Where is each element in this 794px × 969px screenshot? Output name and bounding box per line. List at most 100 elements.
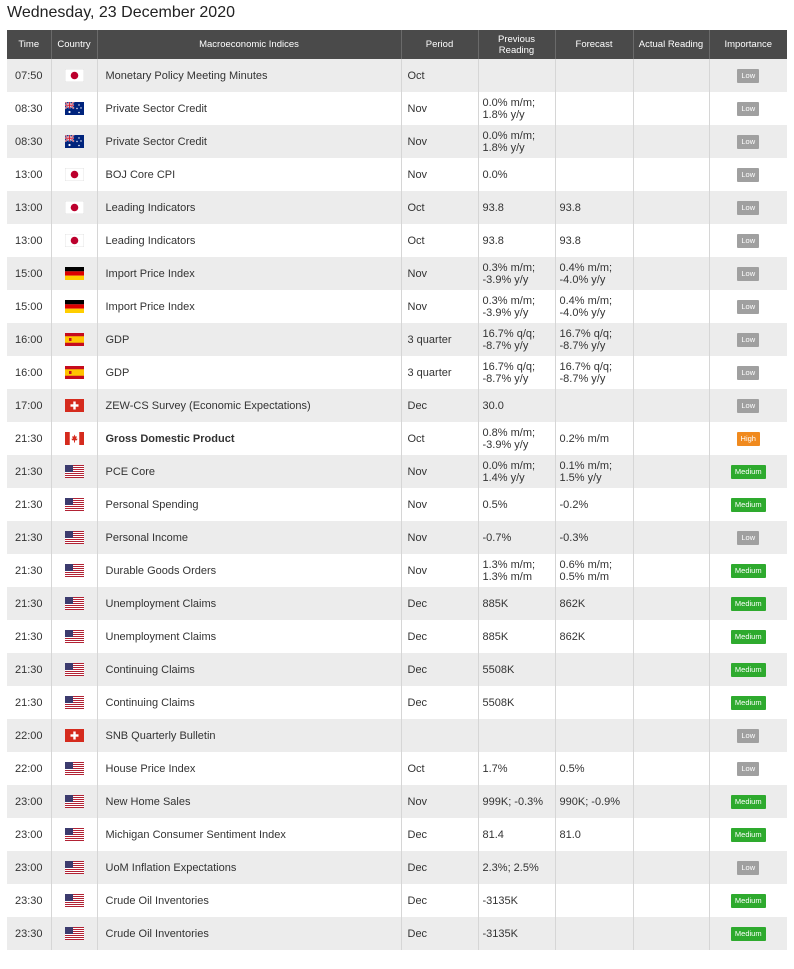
usa-flag-icon: [64, 861, 84, 874]
table-row: 23:00 New Home Sales Nov 999K; -0.3% 990K; -…: [7, 785, 787, 818]
actual-reading-cell: [633, 653, 710, 686]
table-row: 08:30 Private Sector Credit Nov 0.0% m/m; 1.…: [7, 125, 787, 158]
time-cell: 13:00: [7, 191, 52, 224]
forecast-line-2: -4.0% y/y: [559, 273, 606, 286]
importance-badge: Low: [737, 860, 760, 875]
period-cell: Nov: [401, 92, 479, 125]
forecast-cell: -0.2%: [555, 488, 634, 521]
country-cell: [51, 488, 98, 521]
previous-line-1: -3135K: [482, 927, 518, 940]
actual-reading-cell: [633, 488, 710, 521]
previous-line-1: 81.4: [482, 828, 504, 841]
previous-reading-cell: 81.4: [478, 818, 556, 851]
table-row: 21:30 Gross Domestic Product Oct 0.8% m/m; -…: [7, 422, 787, 455]
country-cell: [51, 521, 98, 554]
canada-flag-icon: [64, 432, 84, 445]
period-cell: Oct: [401, 752, 479, 785]
importance-badge: Medium: [730, 926, 766, 941]
country-cell: [51, 389, 98, 422]
table-row: 13:00 Leading Indicators Oct 93.8 93.8 Low: [7, 191, 787, 224]
time-cell: 21:30: [7, 587, 52, 620]
previous-reading-cell: 30.0: [478, 389, 556, 422]
forecast-cell: [555, 158, 634, 191]
forecast-cell: [555, 719, 634, 752]
importance-cell: Low: [709, 356, 787, 389]
importance-cell: Low: [709, 851, 787, 884]
usa-flag-icon: [64, 927, 84, 940]
indicator-name: Private Sector Credit: [97, 92, 402, 125]
previous-line-1: 93.8: [482, 234, 504, 247]
country-cell: [51, 818, 98, 851]
importance-badge: Low: [737, 365, 760, 380]
forecast-line-1: -0.2%: [559, 498, 589, 511]
period-cell: [401, 719, 479, 752]
actual-reading-cell: [633, 389, 710, 422]
time-cell: 21:30: [7, 554, 52, 587]
time-cell: 13:00: [7, 158, 52, 191]
time-cell: 15:00: [7, 257, 52, 290]
forecast-cell: 0.4% m/m; -4.0% y/y: [555, 257, 634, 290]
time-cell: 23:30: [7, 884, 52, 917]
indicator-name: Leading Indicators: [97, 191, 402, 224]
actual-reading-cell: [633, 422, 710, 455]
table-row: 21:30 PCE Core Nov 0.0% m/m; 1.4% y/y 0.1% m/…: [7, 455, 787, 488]
usa-flag-icon: [64, 465, 84, 478]
previous-line-1: 1.7%: [482, 762, 508, 775]
indicator-name: Crude Oil Inventories: [97, 917, 402, 950]
country-cell: [51, 785, 98, 818]
page-title: Wednesday, 23 December 2020: [7, 4, 235, 21]
importance-badge: Low: [737, 332, 760, 347]
actual-reading-cell: [633, 59, 710, 92]
indicator-name: Import Price Index: [97, 290, 402, 323]
importance-cell: Low: [709, 59, 787, 92]
country-cell: [51, 59, 98, 92]
previous-reading-cell: 0.0% m/m; 1.4% y/y: [478, 455, 556, 488]
period-cell: Dec: [401, 884, 479, 917]
table-row: 13:00 BOJ Core CPI Nov 0.0% Low: [7, 158, 787, 191]
period-cell: 3 quarter: [401, 356, 479, 389]
forecast-cell: 862K: [555, 587, 634, 620]
table-row: 23:00 Michigan Consumer Sentiment Index De…: [7, 818, 787, 851]
importance-cell: Medium: [709, 884, 787, 917]
indicator-name: GDP: [97, 323, 402, 356]
time-cell: 17:00: [7, 389, 52, 422]
forecast-line-1: 93.8: [559, 201, 581, 214]
importance-badge: Low: [737, 728, 760, 743]
previous-line-1: 999K; -0.3%: [482, 795, 544, 808]
importance-badge: Medium: [730, 893, 766, 908]
time-cell: 07:50: [7, 59, 52, 92]
previous-reading-cell: 5508K: [478, 686, 556, 719]
previous-line-1: 0.8% m/m;: [482, 426, 536, 439]
previous-line-2: 1.4% y/y: [482, 471, 525, 484]
period-cell: Oct: [401, 224, 479, 257]
forecast-line-1: 81.0: [559, 828, 581, 841]
column-header-period: Period: [401, 30, 479, 59]
table-row: 15:00 Import Price Index Nov 0.3% m/m; -3.9%…: [7, 257, 787, 290]
actual-reading-cell: [633, 356, 710, 389]
forecast-line-2: -4.0% y/y: [559, 306, 606, 319]
indicator-name: BOJ Core CPI: [97, 158, 402, 191]
forecast-cell: [555, 389, 634, 422]
usa-flag-icon: [64, 597, 84, 610]
previous-line-1: 5508K: [482, 663, 515, 676]
forecast-line-1: 862K: [559, 597, 586, 610]
previous-line-1: -0.7%: [482, 531, 512, 544]
indicator-name: House Price Index: [97, 752, 402, 785]
column-header-indices: Macroeconomic Indices: [97, 30, 402, 59]
time-cell: 21:30: [7, 686, 52, 719]
australia-flag-icon: [64, 101, 84, 115]
country-cell: [51, 158, 98, 191]
forecast-line-1: 16.7% q/q;: [559, 327, 613, 340]
usa-flag-icon: [64, 696, 84, 709]
period-cell: Oct: [401, 59, 479, 92]
indicator-name: New Home Sales: [97, 785, 402, 818]
column-header-previous: Previous Reading: [478, 30, 556, 59]
forecast-line-2: -8.7% y/y: [559, 339, 606, 352]
actual-reading-cell: [633, 191, 710, 224]
usa-flag-icon: [64, 795, 84, 808]
country-cell: [51, 554, 98, 587]
importance-cell: Medium: [709, 653, 787, 686]
forecast-cell: 0.4% m/m; -4.0% y/y: [555, 290, 634, 323]
importance-cell: Low: [709, 158, 787, 191]
previous-line-2: 1.3% m/m: [482, 570, 533, 583]
